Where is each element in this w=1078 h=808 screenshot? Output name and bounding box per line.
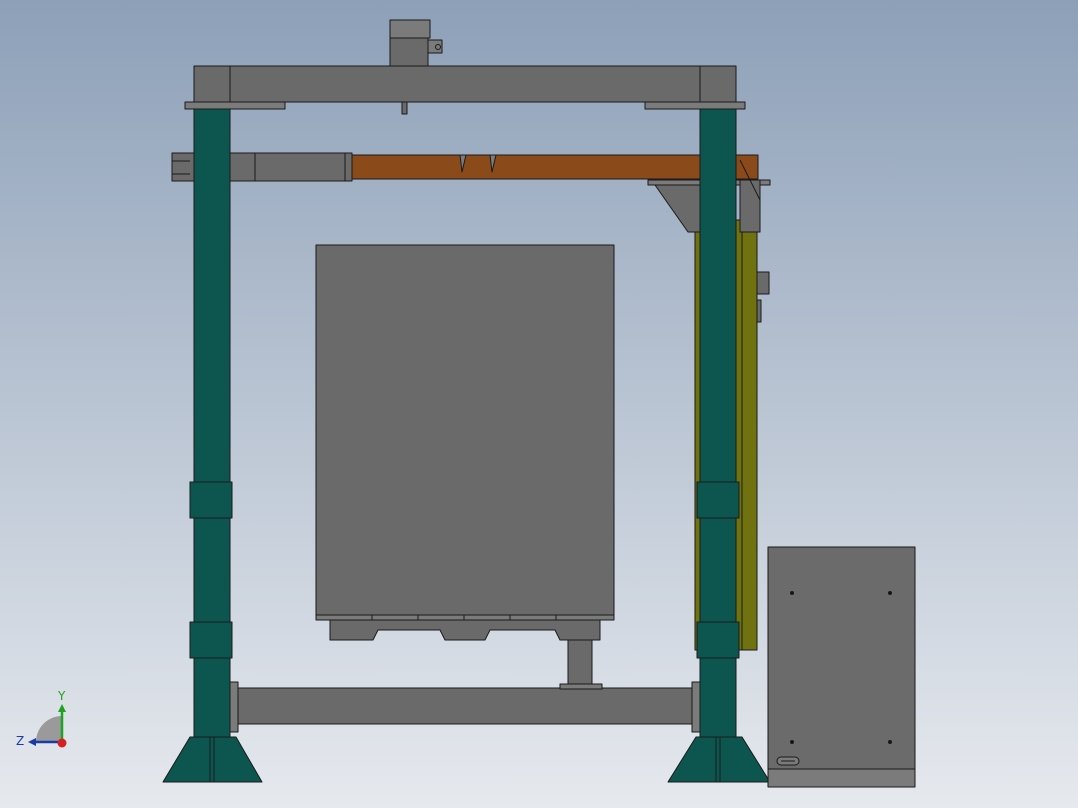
x-axis-dot [57,738,67,748]
control-cabinet [767,546,916,788]
bottom-beam [237,687,693,725]
model-canvas: Y Z [0,0,1078,808]
y-axis-label: Y [57,689,66,703]
suspended-box [315,244,615,621]
z-axis-label: Z [16,734,24,748]
cad-viewport[interactable]: Y Z [0,0,1078,808]
crossbeam [351,154,759,180]
